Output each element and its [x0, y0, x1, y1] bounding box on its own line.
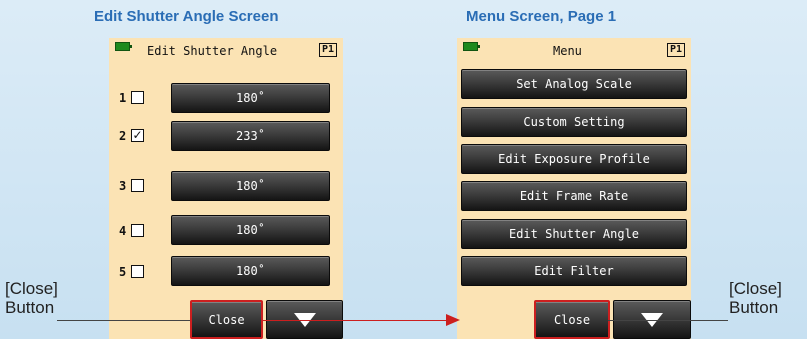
row-number: 4: [119, 224, 127, 238]
screen-title: Menu: [553, 44, 582, 58]
edit-shutter-angle-screen: Edit Shutter Angle P1 1 180˚ 2 ✓ 233˚ 3 …: [109, 38, 343, 339]
close-button[interactable]: Close: [190, 300, 263, 339]
menu-screen: Menu P1 Set Analog Scale Custom Setting …: [457, 38, 691, 339]
row-number: 1: [119, 91, 127, 105]
row-checkbox[interactable]: [131, 224, 144, 237]
row-number: 2: [119, 129, 127, 143]
row-checkbox[interactable]: [131, 91, 144, 104]
menu-item-edit-filter[interactable]: Edit Filter: [461, 256, 687, 286]
menu-item-set-analog-scale[interactable]: Set Analog Scale: [461, 69, 687, 99]
angle-value-button[interactable]: 180˚: [171, 215, 330, 245]
transition-arrow-icon: [446, 314, 460, 326]
right-screen-caption: Menu Screen, Page 1: [466, 8, 617, 25]
right-callout-line: [608, 320, 728, 321]
row-checkbox[interactable]: [131, 179, 144, 192]
menu-item-edit-frame-rate[interactable]: Edit Frame Rate: [461, 181, 687, 211]
row-checkbox[interactable]: ✓: [131, 129, 144, 142]
angle-value-button[interactable]: 233˚: [171, 121, 330, 151]
checkmark-icon: ✓: [132, 128, 143, 142]
battery-icon: [463, 42, 480, 51]
left-close-callout-label: [Close] Button: [5, 279, 58, 317]
angle-value-button[interactable]: 180˚: [171, 171, 330, 201]
menu-item-edit-shutter-angle[interactable]: Edit Shutter Angle: [461, 219, 687, 249]
page-indicator: P1: [666, 43, 685, 57]
left-callout-line: [57, 320, 190, 321]
row-checkbox[interactable]: [131, 265, 144, 278]
menu-item-edit-exposure-profile[interactable]: Edit Exposure Profile: [461, 144, 687, 174]
right-close-callout-label: [Close] Button: [729, 279, 782, 317]
close-button[interactable]: Close: [534, 300, 610, 339]
screen-title: Edit Shutter Angle: [147, 44, 278, 58]
left-screen-caption: Edit Shutter Angle Screen: [94, 8, 279, 25]
transition-arrow-line: [262, 320, 448, 321]
row-number: 3: [119, 179, 127, 193]
row-number: 5: [119, 265, 127, 279]
angle-value-button[interactable]: 180˚: [171, 256, 330, 286]
page-indicator: P1: [318, 43, 337, 57]
battery-icon: [115, 42, 132, 51]
angle-value-button[interactable]: 180˚: [171, 83, 330, 113]
menu-item-custom-setting[interactable]: Custom Setting: [461, 107, 687, 137]
